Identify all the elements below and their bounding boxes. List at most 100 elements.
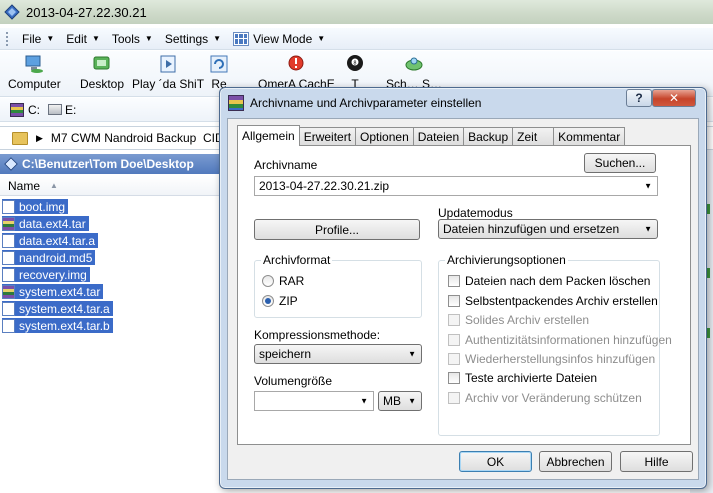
menu-settings[interactable]: Settings ▼ <box>159 32 227 46</box>
winrar-icon <box>228 95 244 111</box>
checkbox-label: Dateien nach dem Packen löschen <box>465 274 651 288</box>
drive-bar-icon <box>10 102 24 117</box>
toolbar-refresh-button[interactable]: Re <box>208 53 230 91</box>
app-icon <box>4 157 18 171</box>
updatemodus-select[interactable]: Dateien hinzufügen und ersetzen ▼ <box>438 219 658 239</box>
file-name: system.ext4.tar <box>19 284 101 299</box>
archivname-label: Archivname <box>254 158 318 172</box>
tab-dateien[interactable]: Dateien <box>412 127 465 146</box>
drive-c[interactable]: C: <box>28 103 40 117</box>
toolbar-grip[interactable] <box>6 31 10 46</box>
chevron-down-icon: ▼ <box>644 181 652 191</box>
file-row[interactable]: system.ext4.tar <box>2 283 222 300</box>
file-name: data.ext4.tar <box>19 216 86 231</box>
tab-kommentar[interactable]: Kommentar <box>553 127 626 146</box>
checkbox-icon <box>448 334 460 346</box>
menu-bar: File ▼ Edit ▼ Tools ▼ Settings ▼ View Mo… <box>0 28 713 50</box>
file-row[interactable]: boot.img <box>2 198 222 215</box>
cache-icon <box>288 55 304 71</box>
checkbox-label: Wiederherstellungsinfos hinzufügen <box>465 352 656 366</box>
volumen-combobox[interactable]: ▼ <box>254 391 374 411</box>
file-name: system.ext4.tar.b <box>19 318 110 333</box>
toolbar-label: Computer <box>8 77 61 91</box>
option-test-archived-files[interactable]: Teste archivierte Dateien <box>448 371 597 385</box>
panel-path-header: C:\Benutzer\Tom Doe\Desktop <box>0 154 230 174</box>
svg-text:8: 8 <box>353 61 356 67</box>
kompression-value: speichern <box>259 347 312 361</box>
chevron-down-icon: ▼ <box>644 224 652 234</box>
option-sfx-archive[interactable]: Selbstentpackendes Archiv erstellen <box>448 294 658 308</box>
option-delete-after-packing[interactable]: Dateien nach dem Packen löschen <box>448 274 650 288</box>
file-name: system.ext4.tar.a <box>19 301 110 316</box>
chevron-down-icon: ▼ <box>91 34 100 43</box>
tab-backup[interactable]: Backup <box>463 127 514 146</box>
file-row[interactable]: recovery.img <box>2 266 222 283</box>
browse-button[interactable]: Suchen... <box>584 153 656 173</box>
file-icon <box>2 250 15 265</box>
option-authenticity-info: Authentizitätsinformationen hinzufügen <box>448 333 672 347</box>
drive-e[interactable]: E: <box>48 103 76 117</box>
file-row[interactable]: system.ext4.tar.a <box>2 300 222 317</box>
checkbox-icon <box>448 353 460 365</box>
column-header-name[interactable]: Name ▲ <box>0 176 230 196</box>
column-header-label: Name <box>8 178 41 193</box>
refresh-icon <box>210 55 228 73</box>
file-row[interactable]: system.ext4.tar.b <box>2 317 222 334</box>
radio-icon <box>262 275 274 287</box>
file-name: nandroid.md5 <box>19 250 93 265</box>
toolbar-computer-button[interactable]: Computer <box>8 53 61 91</box>
checkbox-label: Archiv vor Veränderung schützen <box>465 391 642 405</box>
kompression-select[interactable]: speichern ▼ <box>254 344 422 364</box>
eight-ball-icon: 8 <box>347 55 363 71</box>
chevron-down-icon: ▼ <box>408 396 416 406</box>
option-solid-archive: Solides Archiv erstellen <box>448 313 589 327</box>
menu-tools[interactable]: Tools ▼ <box>106 32 159 46</box>
radio-label: ZIP <box>279 294 298 308</box>
file-row[interactable]: data.ext4.tar.a <box>2 232 222 249</box>
cancel-button[interactable]: Abbrechen <box>539 451 612 472</box>
tab-erweitert[interactable]: Erweitert <box>298 127 357 146</box>
tab-optionen[interactable]: Optionen <box>355 127 414 146</box>
file-name: boot.img <box>19 199 66 214</box>
option-recovery-info: Wiederherstellungsinfos hinzufügen <box>448 352 655 366</box>
view-mode-icon <box>233 31 250 46</box>
help-button[interactable]: Hilfe <box>620 451 693 472</box>
file-row[interactable]: data.ext4.tar <box>2 215 222 232</box>
help-caption-button[interactable]: ? <box>626 89 652 107</box>
toolbar-search-button[interactable]: Sch… S… <box>386 53 442 91</box>
profile-button[interactable]: Profile... <box>254 219 420 240</box>
menu-edit[interactable]: Edit ▼ <box>60 32 106 46</box>
chevron-down-icon: ▼ <box>317 34 326 43</box>
archivname-combobox[interactable]: 2013-04-27.22.30.21.zip ▼ <box>254 176 658 196</box>
toolbar-cache-button[interactable]: OmerA CachE <box>258 53 335 91</box>
address-path: M7 CWM Nandroid Backup CID <box>50 131 224 145</box>
menu-view-mode[interactable]: View Mode ▼ <box>227 31 331 46</box>
toolbar-desktop-button[interactable]: Desktop <box>80 53 124 91</box>
toolbar-play-button[interactable]: Play ´da ShiT <box>132 53 204 91</box>
desktop-icon <box>93 56 110 70</box>
file-row[interactable]: nandroid.md5 <box>2 249 222 266</box>
chevron-right-icon[interactable]: ▶ <box>36 133 43 144</box>
dialog-title: Archivname und Archivparameter einstelle… <box>250 96 482 110</box>
checkbox-icon <box>448 295 460 307</box>
checkbox-icon <box>448 392 460 404</box>
search-tool-icon <box>405 57 423 71</box>
volumen-unit-select[interactable]: MB ▼ <box>378 391 422 411</box>
chevron-down-icon: ▼ <box>408 349 416 359</box>
rar-file-icon <box>2 284 15 299</box>
menu-label: Edit <box>66 31 87 46</box>
optionen-label: Archivierungsoptionen <box>445 253 568 267</box>
tab-allgemein[interactable]: Allgemein <box>237 125 300 146</box>
ok-button[interactable]: OK <box>459 451 532 472</box>
toolbar-8ball-button[interactable]: 8 T <box>344 53 366 91</box>
menu-file[interactable]: File ▼ <box>16 32 60 46</box>
tab-zeit[interactable]: Zeit <box>512 127 555 146</box>
panel-path: C:\Benutzer\Tom Doe\Desktop <box>22 157 194 171</box>
checkbox-label: Solides Archiv erstellen <box>465 313 590 327</box>
format-rar-radio[interactable]: RAR <box>262 274 304 288</box>
close-button[interactable]: ✕ <box>652 89 696 107</box>
archive-dialog: Archivname und Archivparameter einstelle… <box>219 87 707 489</box>
format-zip-radio[interactable]: ZIP <box>262 294 298 308</box>
app-icon <box>4 4 20 20</box>
checkbox-icon <box>448 314 460 326</box>
